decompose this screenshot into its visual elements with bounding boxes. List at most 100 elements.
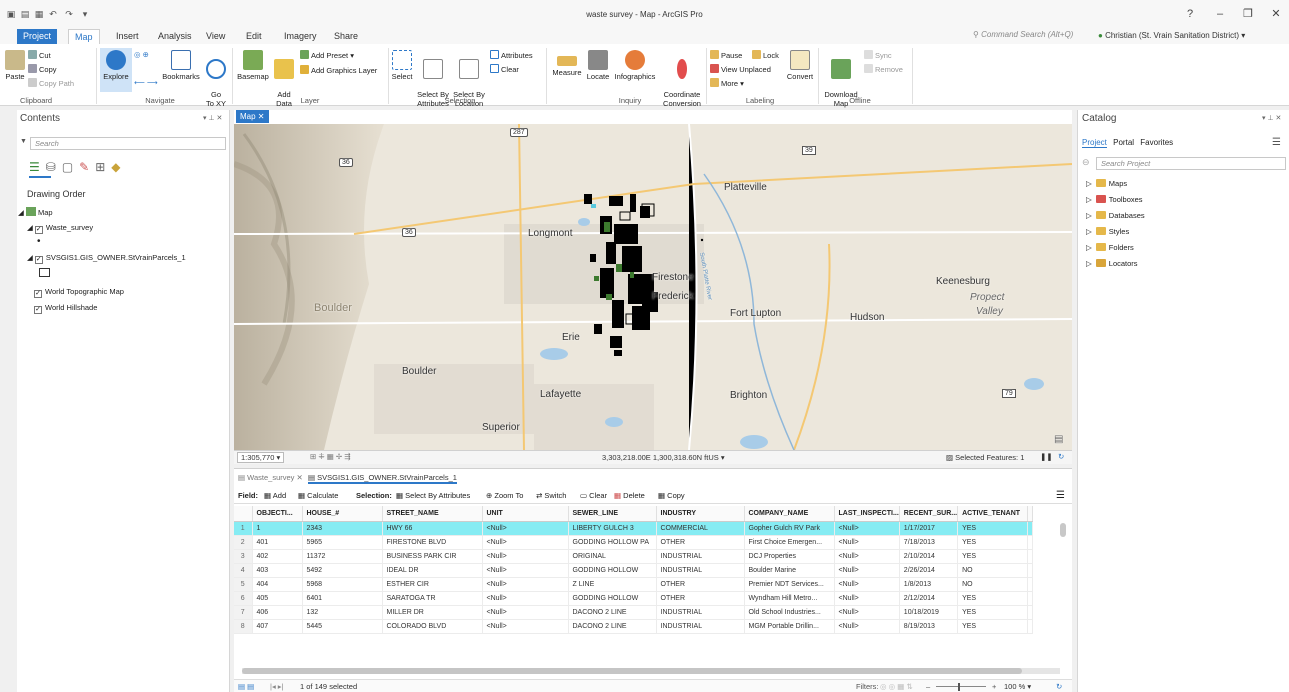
- row-number[interactable]: 2: [234, 535, 253, 550]
- drawing-order-icon[interactable]: ☰: [29, 160, 46, 174]
- toc-layer-topographic[interactable]: ✓ World Topographic Map: [34, 287, 124, 298]
- back-icon[interactable]: ⊖: [1082, 157, 1090, 168]
- table-cell[interactable]: <Null>: [482, 535, 569, 550]
- add-field-button[interactable]: ▦ Add: [264, 488, 286, 504]
- tab-insert[interactable]: Insert: [110, 29, 145, 44]
- table-cell[interactable]: INDUSTRIAL: [656, 605, 745, 620]
- visibility-checkbox[interactable]: ✓: [34, 226, 43, 234]
- selection-view-icon[interactable]: ▢: [62, 160, 79, 174]
- pane-options-icon[interactable]: ▾ ⊥ ✕: [203, 114, 222, 122]
- contents-search-input[interactable]: Search: [30, 137, 226, 150]
- table-cell[interactable]: 5492: [302, 563, 383, 578]
- table-cell[interactable]: COLORADO BLVD: [382, 619, 483, 634]
- catalog-tab-project[interactable]: Project: [1082, 138, 1107, 148]
- filter-icons[interactable]: ◎ ◎ ▦ ⇅: [880, 680, 913, 692]
- catalog-item-maps[interactable]: ▷ Maps: [1086, 179, 1127, 189]
- row-number[interactable]: 1: [234, 521, 253, 536]
- scale-selector[interactable]: 1:305,770 ▾: [237, 452, 285, 463]
- convert-button[interactable]: Convert: [784, 50, 816, 81]
- table-cell[interactable]: COMMERCIAL: [656, 521, 745, 536]
- table-cell[interactable]: YES: [957, 535, 1029, 550]
- table-cell[interactable]: <Null>: [482, 605, 569, 620]
- view-unplaced-button[interactable]: View Unplaced: [710, 64, 771, 75]
- remove-button[interactable]: Remove: [864, 64, 903, 75]
- table-cell[interactable]: IDEAL DR: [382, 563, 483, 578]
- table-cell[interactable]: 6401: [302, 591, 383, 606]
- zoom-level[interactable]: 100 % ▾: [1004, 680, 1031, 692]
- table-cell[interactable]: NO: [957, 563, 1029, 578]
- column-header[interactable]: LAST_INSPECTI...: [834, 506, 900, 522]
- table-cell[interactable]: 5445: [302, 619, 383, 634]
- table-cell[interactable]: Premier NDT Services...: [744, 577, 835, 592]
- table-cell[interactable]: <Null>: [834, 577, 900, 592]
- labeling-view-icon[interactable]: ◆: [111, 160, 126, 174]
- table-cell[interactable]: <Null>: [834, 619, 900, 634]
- table-menu-icon[interactable]: ☰: [1056, 488, 1065, 504]
- tab-analysis[interactable]: Analysis: [152, 29, 198, 44]
- table-cell[interactable]: 406: [252, 605, 303, 620]
- table-cell[interactable]: INDUSTRIAL: [656, 619, 745, 634]
- column-header[interactable]: SEWER_LINE: [568, 506, 657, 522]
- table-cell[interactable]: 2/26/2014: [899, 563, 959, 578]
- table-cell[interactable]: Old School Industries...: [744, 605, 835, 620]
- catalog-tab-portal[interactable]: Portal: [1113, 138, 1134, 147]
- horizontal-scrollbar[interactable]: [242, 668, 1060, 674]
- minimize-button[interactable]: –: [1212, 7, 1228, 21]
- table-cell[interactable]: YES: [957, 605, 1029, 620]
- table-cell[interactable]: <Null>: [834, 549, 900, 564]
- map-tools-icons[interactable]: ⊞ ⁜ ▦ ✢ ⇶: [310, 452, 351, 461]
- table-row[interactable]: 7 406 132 MILLER DR <Null> DACONO 2 LINE INDUS…: [234, 605, 1034, 620]
- refresh-table-icon[interactable]: ↻: [1056, 680, 1062, 692]
- table-cell[interactable]: INDUSTRIAL: [656, 549, 745, 564]
- pane-options-icon[interactable]: ▾ ⊥ ✕: [1262, 114, 1281, 122]
- table-cell[interactable]: ORIGINAL: [568, 549, 657, 564]
- catalog-item-toolboxes[interactable]: ▷ Toolboxes: [1086, 195, 1143, 205]
- table-cell[interactable]: LIBERTY GULCH 3: [568, 521, 657, 536]
- explore-button[interactable]: Explore: [100, 48, 132, 92]
- table-cell[interactable]: MGM Portable Drillin...: [744, 619, 835, 634]
- filter-icon[interactable]: ▼: [20, 138, 27, 145]
- table-cell[interactable]: Gopher Gulch RV Park: [744, 521, 835, 536]
- table-row[interactable]: 5 404 5968 ESTHER CIR <Null> Z LINE OTHER Premi…: [234, 577, 1034, 592]
- table-cell[interactable]: 1: [252, 521, 303, 536]
- cut-button[interactable]: Cut: [28, 50, 51, 61]
- table-cell[interactable]: <Null>: [482, 549, 569, 564]
- copy-rows-button[interactable]: ▦ Copy: [658, 488, 685, 504]
- overview-toggle-icon[interactable]: ▤: [1054, 434, 1063, 445]
- table-cell[interactable]: OTHER: [656, 535, 745, 550]
- table-cell[interactable]: NO: [957, 577, 1029, 592]
- table-cell[interactable]: 407: [252, 619, 303, 634]
- visibility-checkbox[interactable]: ✓: [34, 306, 42, 314]
- row-number[interactable]: 3: [234, 549, 253, 564]
- catalog-tab-favorites[interactable]: Favorites: [1140, 138, 1173, 147]
- visibility-checkbox[interactable]: ✓: [34, 256, 43, 264]
- pause-labeling-button[interactable]: Pause: [710, 50, 742, 61]
- table-cell[interactable]: Wyndham Hill Metro...: [744, 591, 835, 606]
- table-row[interactable]: 3 402 11372 BUSINESS PARK CIR <Null> ORIGINAL…: [234, 549, 1034, 564]
- table-cell[interactable]: <Null>: [482, 521, 569, 536]
- table-row[interactable]: 1 1 2343 HWY 66 <Null> LIBERTY GULCH 3 COMMERC…: [234, 521, 1034, 536]
- column-header[interactable]: UNIT: [482, 506, 569, 522]
- snapping-view-icon[interactable]: ⊞: [95, 160, 111, 174]
- basemap-button[interactable]: Basemap: [236, 50, 270, 81]
- table-tab-parcels[interactable]: ▤ SVSGIS1.GIS_OWNER.StVrainParcels_1: [308, 472, 457, 484]
- tab-share[interactable]: Share: [328, 29, 364, 44]
- table-cell[interactable]: HWY 66: [382, 521, 483, 536]
- row-number[interactable]: 8: [234, 619, 253, 634]
- add-preset-button[interactable]: Add Preset ▾: [300, 50, 354, 61]
- table-cell[interactable]: <Null>: [482, 577, 569, 592]
- restore-button[interactable]: ❐: [1240, 7, 1256, 21]
- table-cell[interactable]: ESTHER CIR: [382, 577, 483, 592]
- table-cell[interactable]: 10/18/2019: [899, 605, 959, 620]
- go-to-xy-button[interactable]: Go To XY: [204, 50, 228, 108]
- row-number[interactable]: 5: [234, 577, 253, 592]
- table-cell[interactable]: INDUSTRIAL: [656, 563, 745, 578]
- pause-drawing-icon[interactable]: ❚❚: [1040, 452, 1053, 461]
- table-cell[interactable]: GODDING HOLLOW: [568, 591, 657, 606]
- zoom-slider[interactable]: [936, 686, 986, 687]
- data-source-icon[interactable]: ⛁: [46, 160, 62, 174]
- catalog-menu-icon[interactable]: ☰: [1272, 137, 1281, 148]
- table-cell[interactable]: <Null>: [834, 563, 900, 578]
- lock-labeling-button[interactable]: Lock: [752, 50, 779, 61]
- table-view-icons[interactable]: ▤ ▤: [238, 680, 254, 692]
